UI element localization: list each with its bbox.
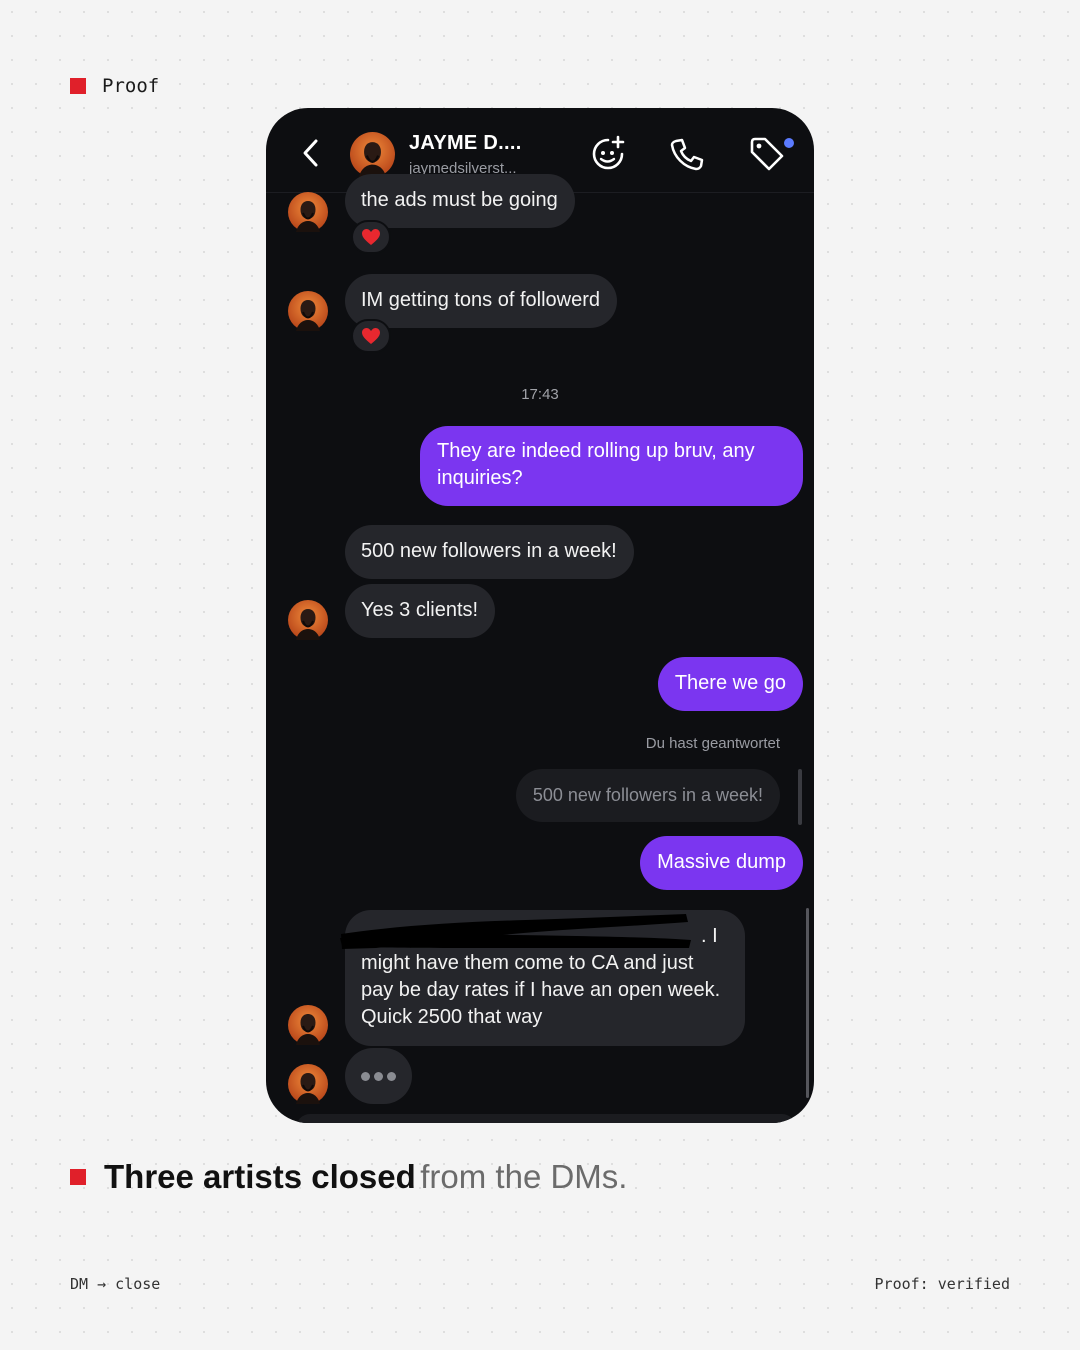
contact-avatar[interactable] bbox=[350, 132, 395, 177]
red-square-marker bbox=[70, 1169, 86, 1185]
sender-avatar bbox=[288, 600, 328, 640]
caption: Three artists closed from the DMs. bbox=[70, 1158, 627, 1196]
typing-dots-icon bbox=[345, 1048, 412, 1104]
outgoing-message[interactable]: Massive dump bbox=[640, 836, 803, 890]
message-timestamp: 17:43 bbox=[521, 386, 559, 403]
section-label: Proof bbox=[70, 75, 159, 97]
incoming-message[interactable]: 500 new followers in a week! bbox=[345, 525, 634, 579]
outgoing-message[interactable]: There we go bbox=[657, 657, 803, 711]
incoming-message[interactable]: the ads must be going bbox=[345, 174, 575, 228]
footer-right: Proof: verified bbox=[874, 1275, 1010, 1293]
redaction-scribble bbox=[340, 914, 691, 949]
reply-indicator-bar bbox=[798, 769, 802, 825]
reply-label: Du hast geantwortet bbox=[645, 735, 780, 752]
sender-avatar bbox=[288, 291, 328, 331]
heart-reaction[interactable] bbox=[351, 220, 391, 254]
notification-dot bbox=[784, 138, 794, 148]
sticker-add-icon[interactable] bbox=[588, 134, 628, 174]
heart-reaction[interactable] bbox=[351, 319, 391, 353]
sender-avatar bbox=[288, 192, 328, 232]
caption-strong: Three artists closed bbox=[104, 1158, 416, 1195]
sender-avatar bbox=[288, 1005, 328, 1045]
caption-light: from the DMs. bbox=[420, 1158, 628, 1195]
outgoing-message[interactable]: They are indeed rolling up bruv, any inq… bbox=[420, 426, 803, 506]
incoming-message[interactable]: IM getting tons of followerd bbox=[345, 274, 618, 328]
contact-name[interactable]: JAYME D.... bbox=[409, 132, 522, 155]
incoming-message[interactable]: Yes 3 clients! bbox=[345, 584, 496, 638]
tag-icon[interactable] bbox=[747, 134, 787, 174]
phone-screenshot: JAYME D.... jaymedsilverst... the ads mu… bbox=[266, 108, 814, 1123]
footer-left: DM → close bbox=[70, 1275, 161, 1293]
scrollbar[interactable] bbox=[806, 908, 809, 1098]
red-square-marker bbox=[70, 78, 86, 94]
phone-icon[interactable] bbox=[667, 134, 707, 174]
section-label-text: Proof bbox=[102, 75, 160, 97]
back-chevron-icon[interactable] bbox=[296, 136, 326, 170]
composer-bar[interactable] bbox=[296, 1114, 796, 1123]
sender-avatar bbox=[288, 1064, 328, 1104]
quoted-reply[interactable]: 500 new followers in a week! bbox=[515, 769, 780, 822]
heart-icon bbox=[362, 328, 380, 344]
heart-icon bbox=[362, 229, 380, 245]
